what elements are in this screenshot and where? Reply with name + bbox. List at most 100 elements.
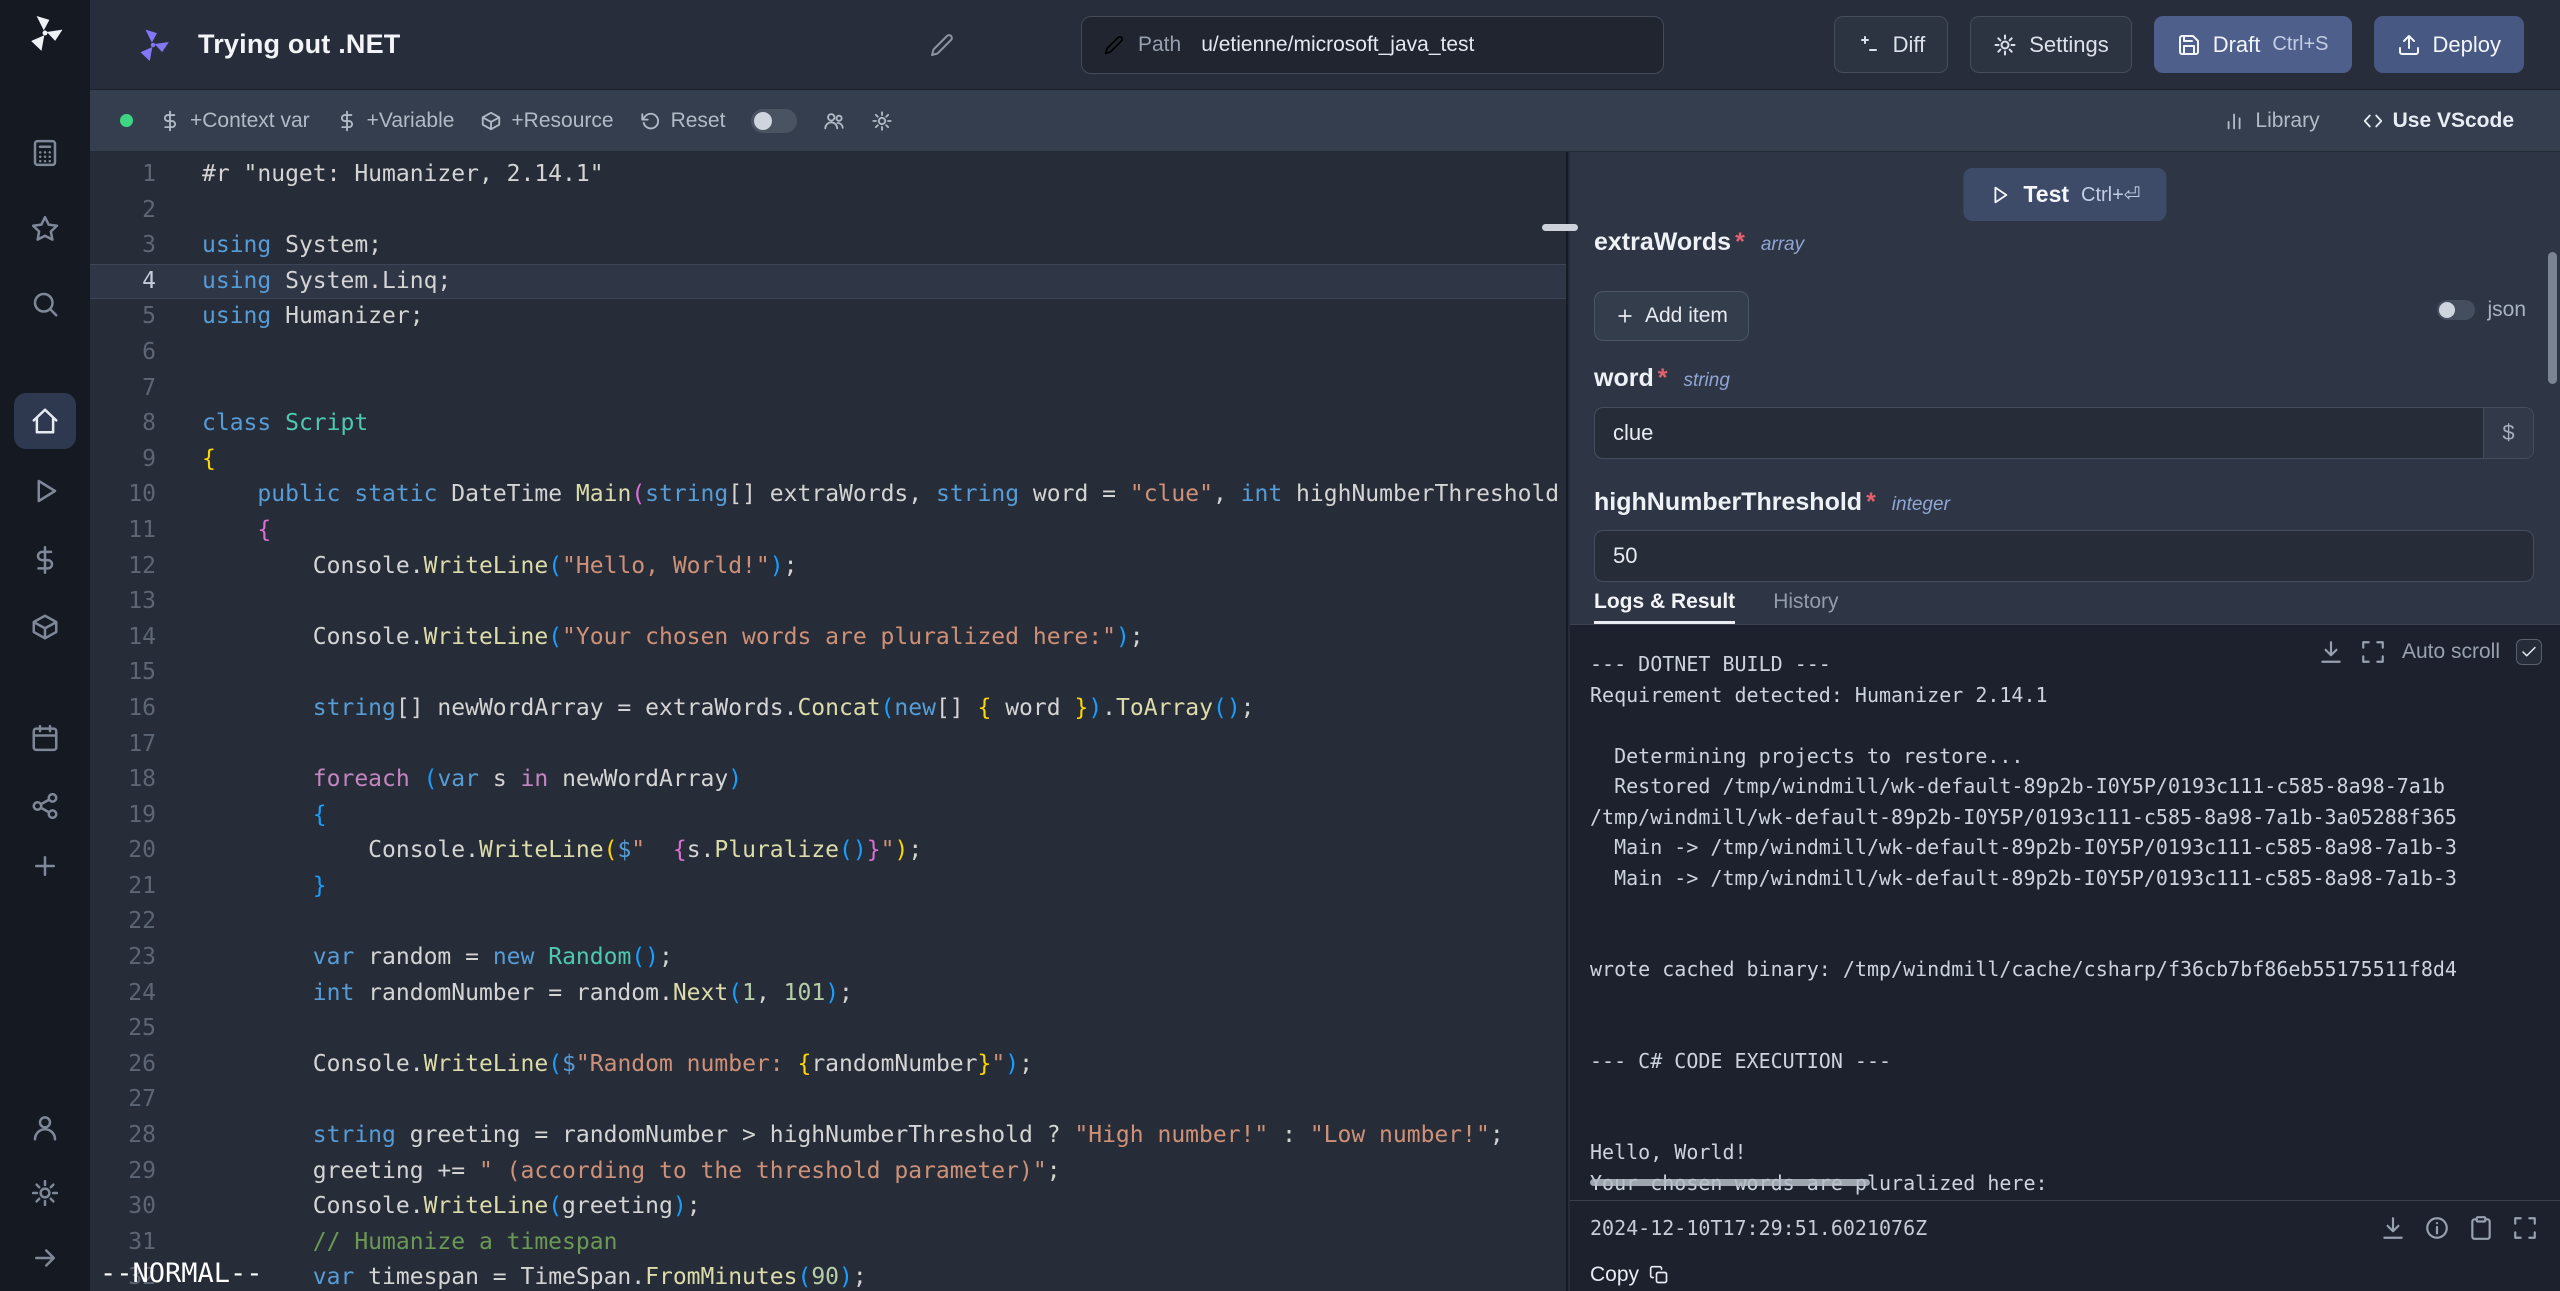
line-number[interactable]: 17 [90,727,202,763]
line-number[interactable]: 10 [90,477,202,513]
code-line[interactable]: 18 foreach (var s in newWordArray) [90,762,1566,798]
code-text[interactable]: using Humanizer; [202,299,1566,335]
path-field[interactable]: Path u/etienne/microsoft_java_test [1081,16,1664,74]
code-text[interactable]: Console.WriteLine("Hello, World!"); [202,549,1566,585]
line-number[interactable]: 13 [90,584,202,620]
code-text[interactable]: string greeting = randomNumber > highNum… [202,1118,1566,1154]
download-icon[interactable] [2318,639,2344,665]
settings-button[interactable]: Settings [1970,16,2132,73]
line-number[interactable]: 22 [90,904,202,940]
code-text[interactable] [202,727,1566,763]
code-text[interactable] [202,904,1566,940]
line-number[interactable]: 24 [90,976,202,1012]
info-icon[interactable] [2424,1215,2450,1241]
code-text[interactable] [202,1011,1566,1047]
code-line[interactable]: 8class Script [90,406,1566,442]
code-text[interactable] [202,584,1566,620]
code-line[interactable]: 14 Console.WriteLine("Your chosen words … [90,620,1566,656]
home-icon[interactable] [0,406,90,436]
log-horizontal-scrollbar[interactable] [1590,1179,1870,1186]
code-line[interactable]: 25 [90,1011,1566,1047]
code-line[interactable]: 7 [90,371,1566,407]
code-line[interactable]: 17 [90,727,1566,763]
line-number[interactable]: 2 [90,193,202,229]
line-number[interactable]: 7 [90,371,202,407]
multiplayer-toggle[interactable] [751,109,797,133]
add-context-var-button[interactable]: +Context var [159,109,310,133]
clipboard-icon[interactable] [2468,1215,2494,1241]
word-input[interactable] [1595,408,2483,458]
use-vscode-button[interactable]: Use VScode [2362,109,2514,133]
apps-icon[interactable] [0,138,90,168]
code-text[interactable]: #r "nuget: Humanizer, 2.14.1" [202,157,1566,193]
line-number[interactable]: 8 [90,406,202,442]
code-text[interactable]: { [202,798,1566,834]
code-text[interactable]: string[] newWordArray = extraWords.Conca… [202,691,1566,727]
resources-icon[interactable] [0,612,90,642]
line-number[interactable]: 12 [90,549,202,585]
code-text[interactable] [202,655,1566,691]
code-text[interactable]: greeting += " (according to the threshol… [202,1154,1566,1190]
code-text[interactable] [202,371,1566,407]
draft-button[interactable]: Draft Ctrl+S [2154,16,2352,73]
code-line[interactable]: 10 public static DateTime Main(string[] … [90,477,1566,513]
json-toggle[interactable] [2437,300,2475,320]
code-line[interactable]: 32 var timespan = TimeSpan.FromMinutes(9… [90,1260,1566,1291]
code-text[interactable]: using System.Linq; [202,264,1566,300]
edit-title-icon[interactable] [930,33,954,57]
add-icon[interactable] [0,851,90,881]
line-number[interactable]: 9 [90,442,202,478]
code-line[interactable]: 5using Humanizer; [90,299,1566,335]
add-variable-button[interactable]: +Variable [336,109,455,133]
line-number[interactable]: 31 [90,1225,202,1261]
line-number[interactable]: 28 [90,1118,202,1154]
code-line[interactable]: 3using System; [90,228,1566,264]
code-text[interactable] [202,335,1566,371]
code-text[interactable]: { [202,513,1566,549]
line-number[interactable]: 25 [90,1011,202,1047]
line-number[interactable]: 5 [90,299,202,335]
line-number[interactable]: 14 [90,620,202,656]
code-text[interactable]: // Humanize a timespan [202,1225,1566,1261]
code-line[interactable]: 23 var random = new Random(); [90,940,1566,976]
code-line[interactable]: 27 [90,1082,1566,1118]
expand-icon[interactable] [2360,639,2386,665]
panel-splitter-handle[interactable] [1542,224,1578,231]
editor-settings-gear-icon[interactable] [871,110,893,132]
code-text[interactable]: Console.WriteLine($" {s.Pluralize()}"); [202,833,1566,869]
code-line[interactable]: 29 greeting += " (according to the thres… [90,1154,1566,1190]
code-text[interactable]: foreach (var s in newWordArray) [202,762,1566,798]
line-number[interactable]: 6 [90,335,202,371]
code-line[interactable]: 4using System.Linq; [90,264,1566,300]
reset-button[interactable]: Reset [640,109,726,133]
test-button[interactable]: Test Ctrl+⏎ [1963,168,2166,221]
code-line[interactable]: 2 [90,193,1566,229]
code-line[interactable]: 13 [90,584,1566,620]
line-number[interactable]: 30 [90,1189,202,1225]
code-line[interactable]: 6 [90,335,1566,371]
threshold-input[interactable] [1595,531,2533,581]
code-line[interactable]: 15 [90,655,1566,691]
line-number[interactable]: 19 [90,798,202,834]
code-text[interactable]: var timespan = TimeSpan.FromMinutes(90); [202,1260,1566,1291]
autoscroll-checkbox[interactable] [2516,639,2542,665]
windmill-logo-icon[interactable] [0,12,90,54]
tab-logs-result[interactable]: Logs & Result [1594,590,1735,624]
code-line[interactable]: 11 { [90,513,1566,549]
code-text[interactable]: using System; [202,228,1566,264]
collapse-icon[interactable] [0,1243,90,1273]
line-number[interactable]: 16 [90,691,202,727]
code-text[interactable] [202,193,1566,229]
variable-picker-button[interactable]: $ [2483,408,2533,458]
schedules-icon[interactable] [0,723,90,753]
code-text[interactable]: public static DateTime Main(string[] ext… [202,477,1566,513]
code-text[interactable]: } [202,869,1566,905]
line-number[interactable]: 15 [90,655,202,691]
code-text[interactable] [202,1082,1566,1118]
code-line[interactable]: 20 Console.WriteLine($" {s.Pluralize()}"… [90,833,1566,869]
line-number[interactable]: 29 [90,1154,202,1190]
search-icon[interactable] [0,289,90,319]
line-number[interactable]: 23 [90,940,202,976]
library-button[interactable]: Library [2224,109,2319,133]
workspace-logo-icon[interactable] [134,26,172,64]
